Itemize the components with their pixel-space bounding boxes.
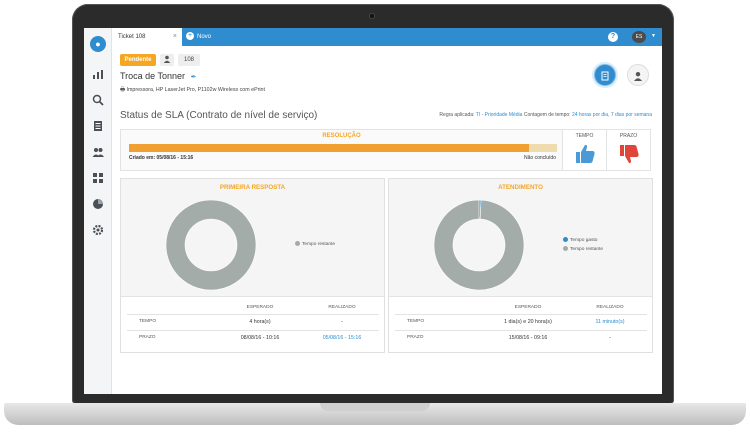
col-realizado: REALIZADO — [328, 305, 356, 310]
legend-item: Tempo restante — [563, 245, 604, 252]
equipment-info: 🖶 Impressora, HP LaserJet Pro, P1102w Wi… — [120, 86, 265, 95]
card-title: ATENDIMENTO — [498, 184, 543, 191]
legend-dot — [563, 237, 568, 242]
ticket-title-text: Troca de Tonner — [120, 71, 186, 81]
col-realizado: REALIZADO — [596, 305, 624, 310]
row-label: PRAZO — [139, 335, 156, 340]
new-tab-label: Novo — [197, 34, 212, 40]
chevron-down-icon[interactable]: ▼ — [651, 33, 656, 39]
table-row: TEMPO 1 dia(s) e 20 hora(s) 11 minuto(s) — [395, 315, 647, 331]
team-icon[interactable] — [92, 146, 104, 158]
row-esperado: 1 dia(s) e 20 hora(s) — [504, 319, 552, 325]
row-realizado: 05/08/16 - 15:16 — [322, 335, 362, 341]
plus-icon: + — [186, 32, 194, 41]
help-icon[interactable]: ? — [608, 32, 618, 42]
row-realizado: - — [609, 335, 611, 341]
search-icon[interactable] — [92, 94, 104, 106]
table-header: ESPERADO REALIZADO — [395, 303, 647, 315]
equipment-text: Impressora, HP LaserJet Pro, P1102w Wire… — [126, 87, 265, 93]
new-tab-button[interactable]: + Novo — [186, 28, 211, 46]
top-bar: Ticket 108 × + Novo ? ES ▼ — [112, 28, 662, 46]
tab-ticket-label: Ticket 108 — [118, 34, 146, 40]
chart-icon[interactable] — [92, 68, 104, 80]
donut-slice — [433, 199, 525, 291]
legend-dot — [563, 245, 568, 251]
gear-icon[interactable] — [92, 224, 104, 236]
resolution-progress-fill — [129, 144, 530, 152]
row-esperado: 08/08/16 - 10:16 — [240, 335, 280, 341]
card-chart-area: PRIMEIRA RESPOSTA Tempo restante — [121, 179, 384, 297]
resolution-label: RESOLUÇÃO — [322, 133, 361, 139]
row-realizado: - — [341, 319, 343, 325]
legend-item: Tempo restante — [295, 241, 335, 247]
col-esperado: ESPERADO — [514, 305, 542, 310]
ticket-number: 108 — [178, 54, 200, 66]
assignee-button[interactable] — [160, 54, 174, 66]
pie-icon[interactable] — [92, 198, 104, 210]
app-screen: ● Ticket 108 × + Novo ? ES ▼ Pendente 10… — [84, 28, 662, 394]
legend-label: Tempo restante — [302, 241, 336, 247]
laptop-frame: ● Ticket 108 × + Novo ? ES ▼ Pendente 10… — [0, 0, 750, 434]
thumbs-up-icon — [576, 144, 595, 163]
card-chart-area: ATENDIMENTO Tempo gasto Tempo restante — [389, 179, 652, 297]
col-esperado: ESPERADO — [246, 305, 274, 310]
donut-slice — [165, 199, 257, 291]
row-label: PRAZO — [407, 335, 424, 340]
row-esperado: 15/08/16 - 09:16 — [508, 335, 548, 341]
user-circle-icon[interactable]: ● — [90, 36, 106, 52]
primeira-resposta-card: PRIMEIRA RESPOSTA Tempo restante ESPERAD… — [120, 178, 385, 353]
time-value: 24 horas por dia, 7 dias por semana — [571, 112, 652, 118]
chart-legend: Tempo gasto Tempo restante — [563, 237, 603, 255]
status-badge[interactable]: Pendente — [120, 54, 156, 66]
pencil-icon[interactable]: ✒ — [191, 74, 197, 81]
table-row: TEMPO 4 hora(s) - — [127, 315, 379, 331]
atendimento-card: ATENDIMENTO Tempo gasto Tempo restante E… — [388, 178, 653, 353]
donut-chart — [165, 199, 257, 291]
resolution-progress-track — [129, 144, 557, 152]
webcam — [369, 13, 375, 19]
chart-legend: Tempo restante — [295, 241, 335, 250]
sla-table: ESPERADO REALIZADO TEMPO 4 hora(s) - PRA… — [127, 303, 379, 347]
legend-dot — [295, 241, 300, 246]
row-realizado: 11 minuto(s) — [595, 319, 625, 325]
document-icon[interactable] — [594, 64, 616, 86]
row-esperado: 4 hora(s) — [249, 319, 271, 325]
rule-value: TI - Prioridade Média — [475, 112, 523, 118]
sidebar: ● — [84, 28, 112, 394]
resolution-panel: RESOLUÇÃO Criado em: 05/08/16 - 15:16 Nã… — [120, 129, 563, 171]
card-title: PRIMEIRA RESPOSTA — [219, 184, 286, 191]
donut-chart — [433, 199, 525, 291]
legend-label: Tempo gasto — [570, 237, 598, 243]
user-icon — [163, 55, 171, 64]
laptop-notch — [320, 403, 430, 411]
time-prefix: Contagem de tempo: — [523, 112, 571, 118]
legend-label: Tempo restante — [570, 246, 604, 252]
row-label: TEMPO — [139, 319, 157, 324]
rule-prefix: Regra aplicada: — [439, 112, 475, 118]
sla-table: ESPERADO REALIZADO TEMPO 1 dia(s) e 20 h… — [395, 303, 647, 347]
resolution-status: Não concluído — [524, 155, 556, 161]
thumbs-down-icon — [620, 145, 639, 164]
user-icon[interactable] — [627, 64, 649, 86]
ticket-title: Troca de Tonner ✒ — [120, 71, 196, 81]
legend-item: Tempo gasto — [563, 237, 603, 243]
close-icon[interactable]: × — [173, 28, 177, 46]
printer-icon: 🖶 — [120, 87, 126, 93]
tempo-vote: TEMPO — [563, 129, 607, 171]
sla-rule: Regra aplicada: TI - Prioridade Média Co… — [439, 112, 652, 118]
row-label: TEMPO — [407, 319, 425, 324]
sla-title: Status de SLA (Contrato de nível de serv… — [120, 110, 318, 121]
resolution-created: Criado em: 05/08/16 - 15:16 — [129, 155, 194, 161]
user-avatar[interactable]: ES — [632, 31, 646, 43]
list-icon[interactable] — [92, 120, 104, 132]
tab-ticket[interactable]: Ticket 108 × — [112, 28, 182, 46]
table-row: PRAZO 08/08/16 - 10:16 05/08/16 - 15:16 — [127, 331, 379, 347]
tempo-label: TEMPO — [575, 133, 594, 139]
prazo-label: PRAZO — [619, 133, 638, 139]
puzzle-icon[interactable] — [92, 172, 104, 184]
prazo-vote: PRAZO — [607, 129, 651, 171]
table-header: ESPERADO REALIZADO — [127, 303, 379, 315]
table-row: PRAZO 15/08/16 - 09:16 - — [395, 331, 647, 347]
